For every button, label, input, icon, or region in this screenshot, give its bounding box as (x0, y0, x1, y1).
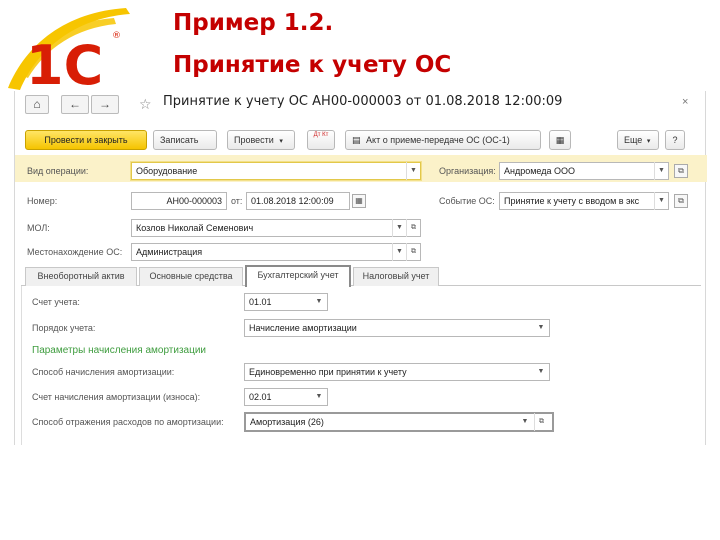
close-icon[interactable]: × (682, 96, 688, 108)
report-icon[interactable]: ▦ (549, 130, 571, 150)
dep-account-label: Счет начисления амортизации (износа): (32, 392, 201, 402)
tab-accounting[interactable]: Бухгалтерский учет (245, 265, 351, 287)
1c-logo: 1С ® (8, 8, 130, 94)
mol-label: МОЛ: (27, 223, 50, 233)
chevron-down-icon[interactable]: ▼ (518, 413, 532, 431)
depreciation-params-header: Параметры начисления амортизации (32, 345, 206, 356)
chevron-down-icon[interactable]: ▼ (654, 162, 668, 180)
chevron-down-icon[interactable]: ▼ (534, 319, 548, 337)
number-label: Номер: (27, 196, 58, 206)
method-field[interactable]: Единовременно при принятии к учету (244, 363, 550, 381)
more-button[interactable]: Еще ▾ (617, 130, 659, 150)
event-field[interactable]: Принятие к учету с вводом в экс (499, 192, 669, 210)
open-icon[interactable]: ⧉ (406, 219, 420, 237)
post-and-close-button[interactable]: Провести и закрыть (25, 130, 147, 150)
date-field[interactable]: 01.08.2018 12:00:09 (246, 192, 350, 210)
order-field[interactable]: Начисление амортизации (244, 319, 550, 337)
tab-noncurrent-asset[interactable]: Внеоборотный актив (25, 267, 137, 286)
account-label: Счет учета: (32, 297, 80, 307)
dt-kt-button[interactable]: Дт Кт (307, 130, 335, 150)
location-label: Местонахождение ОС: (27, 247, 123, 257)
open-icon[interactable]: ⧉ (534, 413, 548, 431)
post-button-label: Провести (234, 135, 274, 145)
window-title: Принятие к учету ОС АН00-000003 от 01.08… (163, 94, 563, 109)
chevron-down-icon[interactable]: ▼ (654, 192, 668, 210)
organization-label: Организация: (439, 166, 496, 176)
organization-field[interactable]: Андромеда ООО (499, 162, 669, 180)
operation-label: Вид операции: (27, 166, 89, 176)
accounting-tab-panel: Счет учета: 01.01 ▼ Порядок учета: Начис… (21, 286, 701, 445)
expense-field[interactable]: Амортизация (26) (244, 412, 554, 432)
open-icon[interactable]: ⧉ (674, 164, 688, 178)
operation-select[interactable]: Оборудование (131, 162, 421, 180)
tab-fixed-assets[interactable]: Основные средства (139, 267, 243, 286)
mol-field[interactable]: Козлов Николай Семенович (131, 219, 421, 237)
tab-tax-accounting[interactable]: Налоговый учет (353, 267, 439, 286)
number-field[interactable]: АН00-000003 (131, 192, 227, 210)
from-label: от: (231, 196, 243, 206)
chevron-down-icon[interactable]: ▼ (406, 162, 420, 180)
back-icon[interactable]: ← (61, 95, 89, 114)
open-icon[interactable]: ⧉ (406, 243, 420, 261)
help-button[interactable]: ? (665, 130, 685, 150)
location-field[interactable]: Администрация (131, 243, 421, 261)
chevron-down-icon[interactable]: ▼ (312, 388, 326, 406)
chevron-down-icon[interactable]: ▼ (312, 293, 326, 311)
post-button[interactable]: Провести ▾ (227, 130, 295, 150)
chevron-down-icon[interactable]: ▼ (534, 363, 548, 381)
order-label: Порядок учета: (32, 323, 96, 333)
event-label: Событие ОС: (439, 196, 495, 206)
star-icon[interactable]: ☆ (139, 96, 152, 113)
act-print-button[interactable]: ▤ Акт о приеме-передаче ОС (ОС-1) (345, 130, 541, 150)
printer-icon: ▤ (352, 135, 361, 145)
home-icon[interactable]: ⌂ (25, 95, 49, 114)
slide-title-line1: Пример 1.2. (173, 10, 334, 36)
document-window: ⌂ ← → ☆ Принятие к учету ОС АН00-000003 … (14, 91, 707, 445)
logo-reg: ® (112, 31, 121, 41)
chevron-down-icon: ▾ (646, 138, 651, 145)
more-button-label: Еще (624, 135, 643, 145)
method-label: Способ начисления амортизации: (32, 367, 175, 377)
chevron-down-icon[interactable]: ▼ (392, 219, 406, 237)
act-print-label: Акт о приеме-передаче ОС (ОС-1) (366, 135, 510, 145)
expense-label: Способ отражения расходов по амортизации… (32, 417, 224, 427)
tab-bar: Внеоборотный актив Основные средства Бух… (21, 264, 701, 287)
logo-text: 1С (26, 34, 103, 94)
chevron-down-icon[interactable]: ▼ (392, 243, 406, 261)
chevron-down-icon: ▾ (279, 138, 283, 145)
calendar-icon[interactable]: ▦ (352, 194, 366, 208)
open-icon[interactable]: ⧉ (674, 194, 688, 208)
save-button[interactable]: Записать (153, 130, 217, 150)
slide-title-line2: Принятие к учету ОС (173, 52, 452, 78)
forward-icon[interactable]: → (91, 95, 119, 114)
